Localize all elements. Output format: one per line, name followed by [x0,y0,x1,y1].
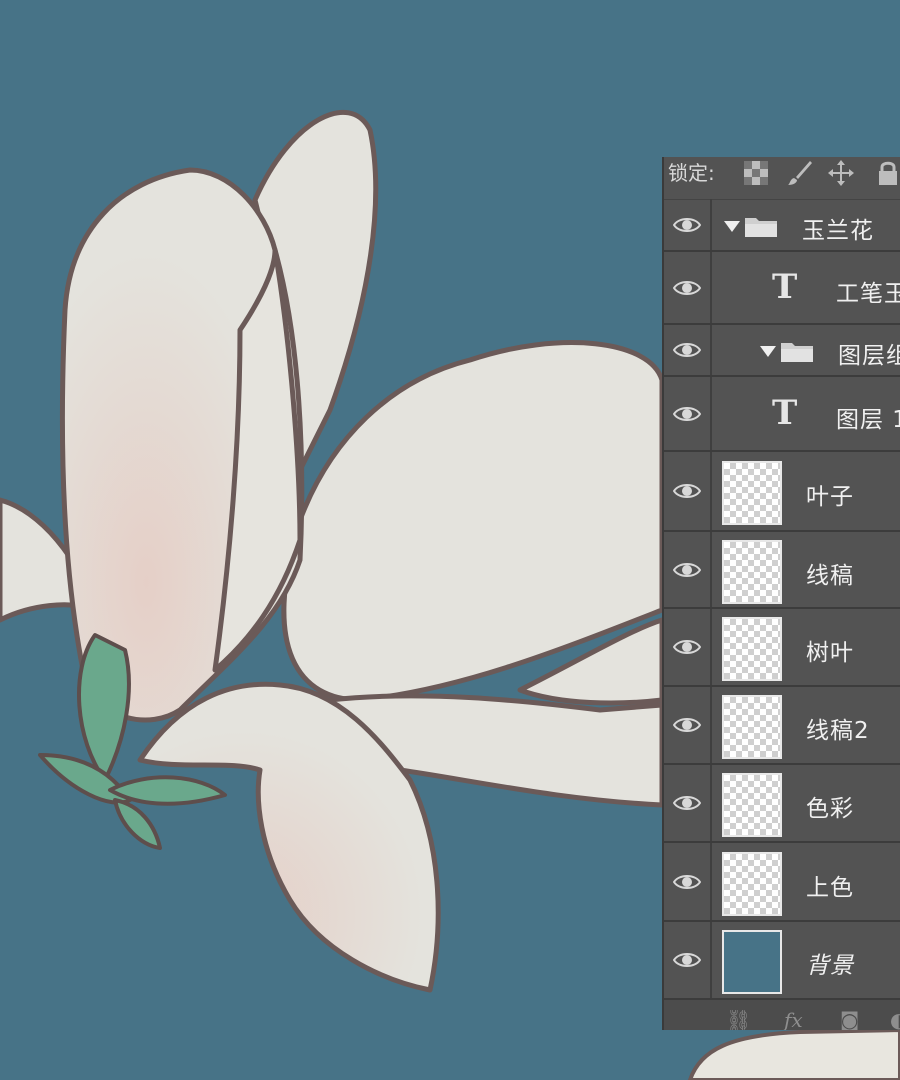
layer-row[interactable]: 图层组 [664,325,900,377]
layer-row[interactable]: 上色 [664,843,900,922]
layers-panel: 锁定: 玉兰花T工笔玉图层组T图层 1叶子线稿树叶线稿2色彩上色背景 ⛓ fx … [662,157,900,1030]
mask-icon[interactable]: ◙ [840,1008,859,1030]
layer-name: 图层 1 [836,406,900,433]
layer-row[interactable]: 玉兰花 [664,199,900,252]
layer-thumbnail [722,851,782,916]
layer-name: 树叶 [806,640,854,666]
visibility-eye-icon[interactable] [664,199,712,250]
brush-lock-icon[interactable] [786,159,814,187]
layer-name: 玉兰花 [802,217,874,244]
visibility-eye-icon[interactable] [664,687,712,763]
move-lock-icon[interactable] [827,159,855,187]
transparency-lock-icon[interactable] [742,159,770,187]
text-layer-icon: T [772,392,798,433]
layer-thumbnail [722,930,782,994]
folder-icon [745,217,777,237]
layer-name: 图层组 [838,343,900,369]
layer-name: 色彩 [806,796,854,822]
fx-icon[interactable]: fx [784,1008,803,1030]
visibility-eye-icon[interactable] [664,843,712,920]
folder-icon [781,343,813,362]
layer-name: 背景 [806,953,854,979]
layer-name: 叶子 [806,484,854,510]
visibility-eye-icon[interactable] [664,325,712,375]
layer-row[interactable]: T 工笔玉 [664,252,900,325]
visibility-eye-icon[interactable] [664,452,712,530]
text-layer-icon: T [772,266,798,307]
layer-name: 工笔玉 [836,280,900,307]
layer-row[interactable]: 树叶 [664,609,900,687]
layer-row[interactable]: 线稿 [664,532,900,609]
layer-thumbnail [722,773,782,837]
layer-thumbnail [722,539,782,604]
leaf-upper [77,633,131,782]
layer-row[interactable]: 背景 [664,922,900,1000]
layer-row[interactable]: T 图层 1 [664,377,900,452]
collapse-arrow-icon[interactable] [760,346,776,357]
leaf-bottom [113,798,162,850]
layer-row[interactable]: 叶子 [664,452,900,532]
layer-row[interactable]: 线稿2 [664,687,900,765]
lock-icon[interactable] [874,159,900,187]
visibility-eye-icon[interactable] [664,532,712,607]
visibility-eye-icon[interactable] [664,609,712,685]
layers-bottom-bar: ⛓ fx ◙ ◐ [664,1000,900,1030]
visibility-eye-icon[interactable] [664,377,712,450]
layer-row[interactable]: 色彩 [664,765,900,843]
visibility-eye-icon[interactable] [664,252,712,323]
layer-thumbnail [722,617,782,681]
layer-name: 线稿2 [806,718,870,744]
lock-bar: 锁定: [664,157,900,200]
link-layers-icon[interactable]: ⛓ [726,1008,751,1030]
visibility-eye-icon[interactable] [664,922,712,998]
layer-name: 线稿 [806,562,854,589]
petal-peek-bottom [687,1027,900,1080]
layer-name: 上色 [806,874,854,901]
adjustment-icon[interactable]: ◐ [890,1008,900,1030]
lock-label: 锁定: [668,160,715,185]
leaf-right [108,775,227,806]
visibility-eye-icon[interactable] [664,765,712,841]
layer-thumbnail [722,695,782,759]
collapse-arrow-icon[interactable] [724,220,740,232]
layer-thumbnail [722,461,782,525]
